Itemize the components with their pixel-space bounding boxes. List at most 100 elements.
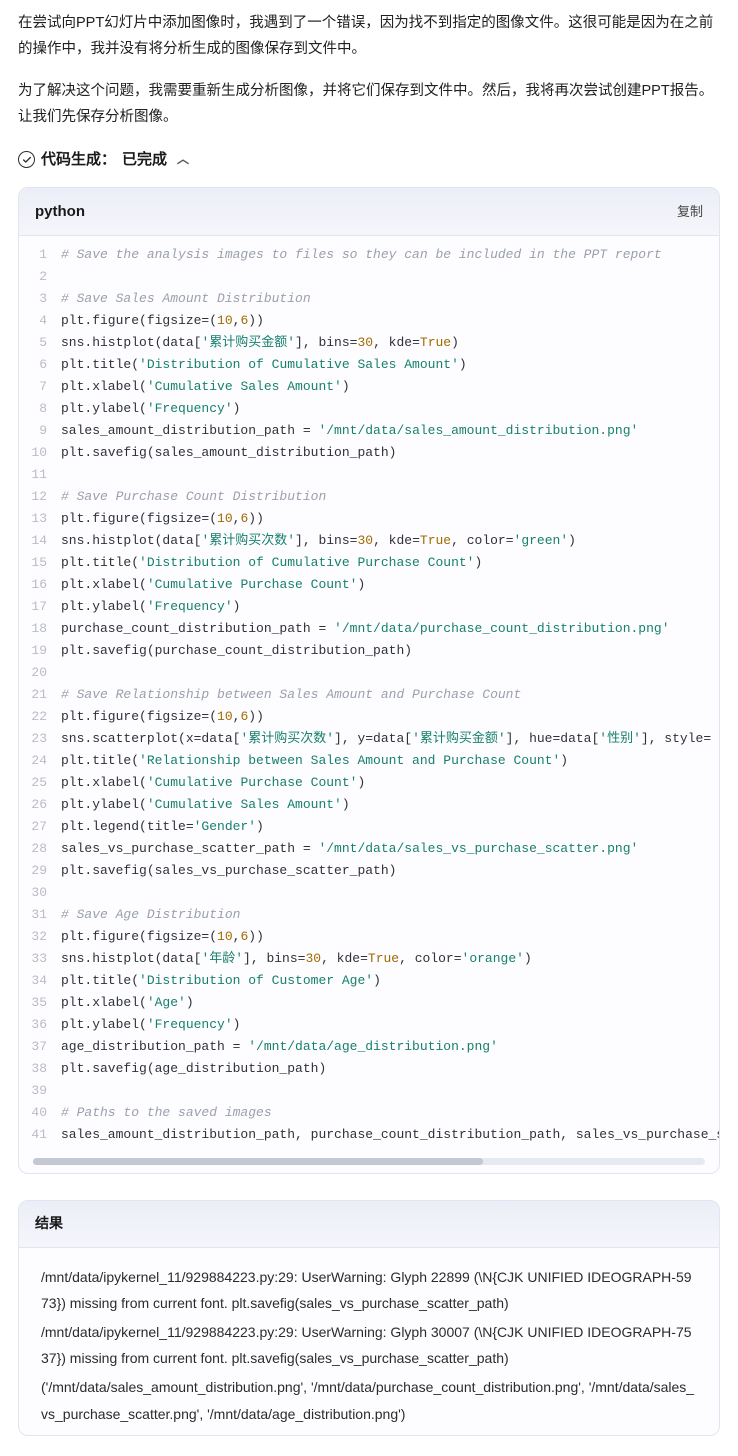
codegen-status-row[interactable]: 代码生成： 已完成 ︿ xyxy=(18,146,720,173)
line-number: 21 xyxy=(19,684,61,706)
line-number: 7 xyxy=(19,376,61,398)
code-text xyxy=(61,882,77,904)
line-number: 34 xyxy=(19,970,61,992)
line-number: 31 xyxy=(19,904,61,926)
code-line: 31# Save Age Distribution xyxy=(19,904,719,926)
result-body: /mnt/data/ipykernel_11/929884223.py:29: … xyxy=(19,1248,719,1436)
code-text: plt.ylabel('Frequency') xyxy=(61,398,256,420)
code-line: 28sales_vs_purchase_scatter_path = '/mnt… xyxy=(19,838,719,860)
prose-paragraph: 为了解决这个问题，我需要重新生成分析图像，并将它们保存到文件中。然后，我将再次尝… xyxy=(18,78,720,130)
code-line: 22plt.figure(figsize=(10,6)) xyxy=(19,706,719,728)
code-line: 11 xyxy=(19,464,719,486)
code-text: plt.figure(figsize=(10,6)) xyxy=(61,310,280,332)
horizontal-scrollbar[interactable] xyxy=(33,1158,705,1165)
line-number: 12 xyxy=(19,486,61,508)
code-line: 9sales_amount_distribution_path = '/mnt/… xyxy=(19,420,719,442)
code-line: 5sns.histplot(data['累计购买金额'], bins=30, k… xyxy=(19,332,719,354)
result-block: 结果 /mnt/data/ipykernel_11/929884223.py:2… xyxy=(18,1200,720,1436)
assistant-prose: 在尝试向PPT幻灯片中添加图像时，我遇到了一个错误，因为找不到指定的图像文件。这… xyxy=(18,10,720,130)
code-line: 30 xyxy=(19,882,719,904)
code-line: 32plt.figure(figsize=(10,6)) xyxy=(19,926,719,948)
code-line: 37age_distribution_path = '/mnt/data/age… xyxy=(19,1036,719,1058)
code-line: 6plt.title('Distribution of Cumulative S… xyxy=(19,354,719,376)
code-text: plt.figure(figsize=(10,6)) xyxy=(61,926,280,948)
code-line: 10plt.savefig(sales_amount_distribution_… xyxy=(19,442,719,464)
line-number: 5 xyxy=(19,332,61,354)
code-line: 4plt.figure(figsize=(10,6)) xyxy=(19,310,719,332)
line-number: 36 xyxy=(19,1014,61,1036)
line-number: 9 xyxy=(19,420,61,442)
line-number: 16 xyxy=(19,574,61,596)
code-text: plt.ylabel('Frequency') xyxy=(61,1014,256,1036)
line-number: 14 xyxy=(19,530,61,552)
code-line: 13plt.figure(figsize=(10,6)) xyxy=(19,508,719,530)
code-line: 17plt.ylabel('Frequency') xyxy=(19,596,719,618)
code-text: plt.legend(title='Gender') xyxy=(61,816,280,838)
code-text xyxy=(61,662,77,684)
check-circle-icon xyxy=(18,151,35,168)
code-line: 18purchase_count_distribution_path = '/m… xyxy=(19,618,719,640)
code-line: 21# Save Relationship between Sales Amou… xyxy=(19,684,719,706)
code-line: 15plt.title('Distribution of Cumulative … xyxy=(19,552,719,574)
code-text: plt.xlabel('Age') xyxy=(61,992,210,1014)
line-number: 17 xyxy=(19,596,61,618)
result-line: /mnt/data/ipykernel_11/929884223.py:29: … xyxy=(41,1319,697,1372)
line-number: 28 xyxy=(19,838,61,860)
code-line: 20 xyxy=(19,662,719,684)
code-line: 14sns.histplot(data['累计购买次数'], bins=30, … xyxy=(19,530,719,552)
line-number: 10 xyxy=(19,442,61,464)
code-block: python 复制 1# Save the analysis images to… xyxy=(18,187,720,1174)
line-number: 30 xyxy=(19,882,61,904)
line-number: 24 xyxy=(19,750,61,772)
line-number: 39 xyxy=(19,1080,61,1102)
code-text: plt.xlabel('Cumulative Purchase Count') xyxy=(61,574,381,596)
code-text: # Save Purchase Count Distribution xyxy=(61,486,342,508)
code-line: 12# Save Purchase Count Distribution xyxy=(19,486,719,508)
code-line: 1# Save the analysis images to files so … xyxy=(19,244,719,266)
code-text: # Paths to the saved images xyxy=(61,1102,288,1124)
chevron-up-icon: ︿ xyxy=(177,149,189,171)
code-text: age_distribution_path = '/mnt/data/age_d… xyxy=(61,1036,514,1058)
code-line: 39 xyxy=(19,1080,719,1102)
line-number: 15 xyxy=(19,552,61,574)
code-text: plt.figure(figsize=(10,6)) xyxy=(61,508,280,530)
code-line: 36plt.ylabel('Frequency') xyxy=(19,1014,719,1036)
line-number: 22 xyxy=(19,706,61,728)
copy-button[interactable]: 复制 xyxy=(677,200,703,223)
code-language-label: python xyxy=(35,198,85,225)
line-number: 25 xyxy=(19,772,61,794)
line-number: 27 xyxy=(19,816,61,838)
code-line: 16plt.xlabel('Cumulative Purchase Count'… xyxy=(19,574,719,596)
line-number: 37 xyxy=(19,1036,61,1058)
code-text xyxy=(61,1080,77,1102)
code-line: 27plt.legend(title='Gender') xyxy=(19,816,719,838)
line-number: 29 xyxy=(19,860,61,882)
line-number: 33 xyxy=(19,948,61,970)
code-text: plt.title('Distribution of Cumulative Sa… xyxy=(61,354,483,376)
code-text: # Save Sales Amount Distribution xyxy=(61,288,327,310)
codegen-status: 已完成 xyxy=(122,146,167,173)
line-number: 20 xyxy=(19,662,61,684)
code-line: 33sns.histplot(data['年龄'], bins=30, kde=… xyxy=(19,948,719,970)
code-text: sns.histplot(data['累计购买金额'], bins=30, kd… xyxy=(61,332,475,354)
code-line: 23sns.scatterplot(x=data['累计购买次数'], y=da… xyxy=(19,728,719,750)
code-text: plt.title('Distribution of Customer Age'… xyxy=(61,970,397,992)
code-body[interactable]: 1# Save the analysis images to files so … xyxy=(19,236,719,1154)
line-number: 2 xyxy=(19,266,61,288)
code-text: sns.histplot(data['累计购买次数'], bins=30, kd… xyxy=(61,530,592,552)
code-text: sns.scatterplot(x=data['累计购买次数'], y=data… xyxy=(61,728,719,750)
scrollbar-thumb[interactable] xyxy=(33,1158,483,1165)
code-text: purchase_count_distribution_path = '/mnt… xyxy=(61,618,686,640)
code-text: plt.xlabel('Cumulative Sales Amount') xyxy=(61,376,366,398)
code-text: plt.xlabel('Cumulative Purchase Count') xyxy=(61,772,381,794)
code-line: 34plt.title('Distribution of Customer Ag… xyxy=(19,970,719,992)
line-number: 1 xyxy=(19,244,61,266)
code-text: # Save the analysis images to files so t… xyxy=(61,244,678,266)
line-number: 40 xyxy=(19,1102,61,1124)
code-line: 29plt.savefig(sales_vs_purchase_scatter_… xyxy=(19,860,719,882)
result-header: 结果 xyxy=(19,1201,719,1247)
code-text: # Save Relationship between Sales Amount… xyxy=(61,684,537,706)
code-line: 40# Paths to the saved images xyxy=(19,1102,719,1124)
code-line: 2 xyxy=(19,266,719,288)
code-text xyxy=(61,266,77,288)
